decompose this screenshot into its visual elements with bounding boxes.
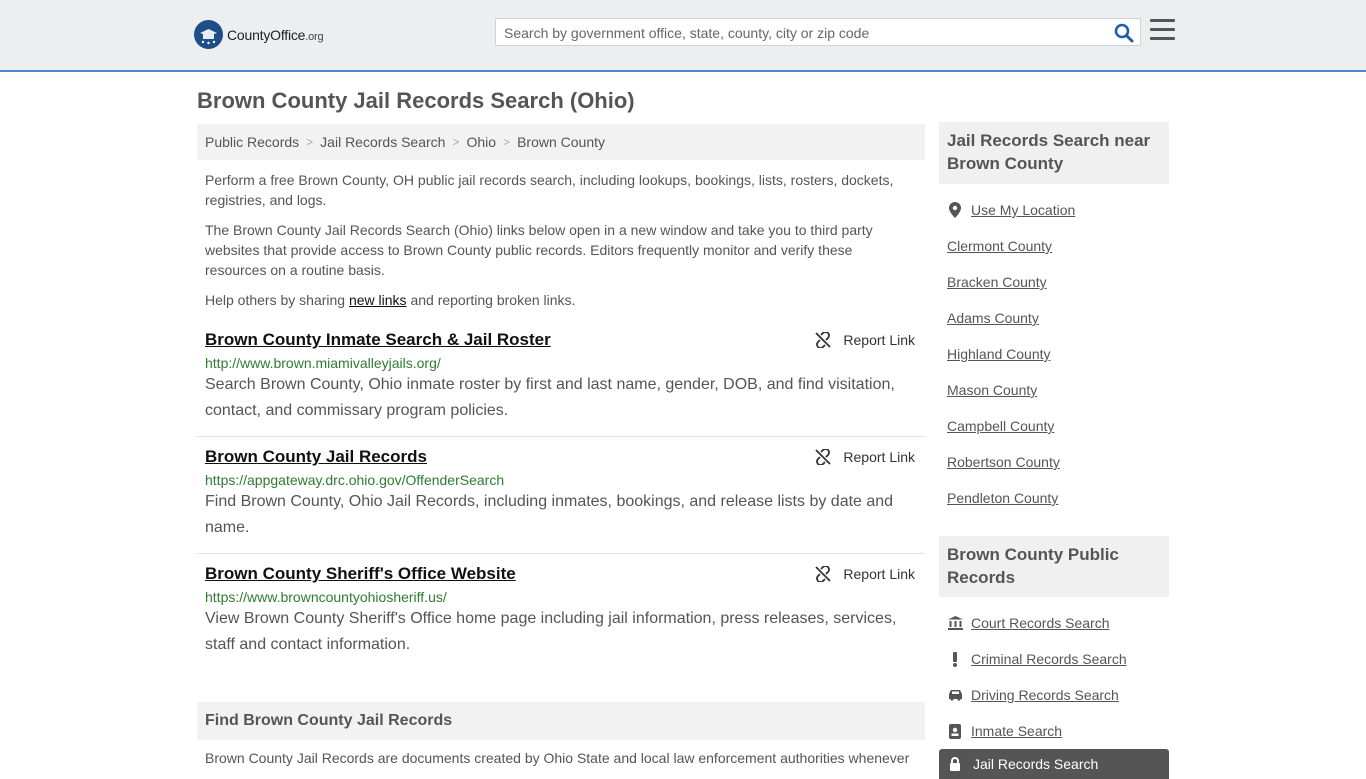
report-link-label: Report Link xyxy=(843,566,915,582)
nearby-heading: Jail Records Search near Brown County xyxy=(939,122,1169,184)
breadcrumb-brown-county: Brown County xyxy=(517,134,605,150)
use-my-location-link[interactable]: Use My Location xyxy=(947,192,1075,228)
result-title-link[interactable]: Brown County Inmate Search & Jail Roster xyxy=(205,330,551,350)
report-link-label: Report Link xyxy=(843,449,915,465)
use-my-location-label: Use My Location xyxy=(971,202,1076,218)
nearby-county-link[interactable]: Highland County xyxy=(947,336,1075,372)
criminal-records-link[interactable]: Criminal Records Search xyxy=(947,641,1127,677)
new-links-link[interactable]: new links xyxy=(349,292,407,308)
result-description: Find Brown County, Ohio Jail Records, in… xyxy=(205,493,894,536)
result-item: Brown County Inmate Search & Jail Roster… xyxy=(197,330,925,437)
search-button[interactable] xyxy=(1114,23,1134,43)
driving-records-label: Driving Records Search xyxy=(971,687,1119,703)
nearby-county-link[interactable]: Clermont County xyxy=(947,228,1075,264)
court-records-link[interactable]: Court Records Search xyxy=(947,605,1127,641)
broken-link-icon xyxy=(815,449,832,465)
result-title-link[interactable]: Brown County Sheriff's Office Website xyxy=(205,564,516,584)
breadcrumb-separator-icon: > xyxy=(452,135,460,149)
result-url: https://appgateway.drc.ohio.gov/Offender… xyxy=(205,472,505,488)
intro-paragraph: Perform a free Brown County, OH public j… xyxy=(205,172,894,208)
logo-text: CountyOffice.org xyxy=(227,26,324,43)
nearby-list: Use My Location Clermont County Bracken … xyxy=(947,192,1075,516)
public-records-list: Court Records Search Criminal Records Se… xyxy=(947,605,1127,749)
logo-brand: CountyOffice xyxy=(227,26,306,43)
report-link-label: Report Link xyxy=(843,332,915,348)
driving-records-link[interactable]: Driving Records Search xyxy=(947,677,1127,713)
hamburger-menu-icon[interactable] xyxy=(1150,19,1175,43)
nearby-county-link[interactable]: Pendleton County xyxy=(947,480,1075,516)
top-header: CountyOffice.org xyxy=(0,0,1366,72)
disclaimer-paragraph: The Brown County Jail Records Search (Oh… xyxy=(205,222,873,278)
inmate-search-link[interactable]: Inmate Search xyxy=(947,713,1127,749)
location-pin-icon xyxy=(947,202,963,218)
breadcrumb-public-records[interactable]: Public Records xyxy=(205,134,299,150)
find-records-heading: Find Brown County Jail Records xyxy=(197,702,925,740)
share-text-before: Help others by sharing xyxy=(205,292,349,308)
nearby-county-link[interactable]: Mason County xyxy=(947,372,1075,408)
nearby-county-link[interactable]: Campbell County xyxy=(947,408,1075,444)
jail-records-search-label: Jail Records Search xyxy=(973,756,1099,772)
find-records-text: Brown County Jail Records are documents … xyxy=(205,750,910,766)
result-title-link[interactable]: Brown County Jail Records xyxy=(205,447,427,467)
broken-link-icon xyxy=(815,566,832,582)
nearby-county-link[interactable]: Bracken County xyxy=(947,264,1075,300)
jail-records-search-active-link[interactable]: Jail Records Search xyxy=(939,749,1169,779)
criminal-records-label: Criminal Records Search xyxy=(971,651,1127,667)
result-description: Search Brown County, Ohio inmate roster … xyxy=(205,376,895,419)
search-input[interactable] xyxy=(504,23,1104,43)
site-logo[interactable]: CountyOffice.org xyxy=(194,20,324,49)
exclamation-icon xyxy=(947,651,963,667)
breadcrumb: Public Records > Jail Records Search > O… xyxy=(197,124,925,160)
breadcrumb-ohio[interactable]: Ohio xyxy=(466,134,496,150)
report-link-button[interactable]: Report Link xyxy=(815,566,915,582)
page-title: Brown County Jail Records Search (Ohio) xyxy=(197,88,635,113)
breadcrumb-separator-icon: > xyxy=(306,135,314,149)
nearby-county-link[interactable]: Adams County xyxy=(947,300,1075,336)
result-description: View Brown County Sheriff's Office home … xyxy=(205,610,897,653)
breadcrumb-jail-records-search[interactable]: Jail Records Search xyxy=(320,134,445,150)
result-url: http://www.brown.miamivalleyjails.org/ xyxy=(205,355,441,371)
result-item: Brown County Sheriff's Office Website Re… xyxy=(197,564,925,664)
court-records-label: Court Records Search xyxy=(971,615,1110,631)
courthouse-icon xyxy=(947,615,963,631)
id-badge-icon xyxy=(947,723,963,739)
logo-seal-icon xyxy=(194,20,223,49)
report-link-button[interactable]: Report Link xyxy=(815,449,915,465)
share-links-paragraph: Help others by sharing new links and rep… xyxy=(205,290,915,310)
lock-icon xyxy=(947,756,963,772)
share-text-after: and reporting broken links. xyxy=(406,292,576,308)
result-item: Brown County Jail Records Report Link ht… xyxy=(197,447,925,554)
public-records-heading: Brown County Public Records xyxy=(939,536,1169,597)
search-box xyxy=(495,18,1141,46)
breadcrumb-separator-icon: > xyxy=(503,135,511,149)
car-icon xyxy=(947,687,963,703)
result-url: https://www.browncountyohiosheriff.us/ xyxy=(205,589,447,605)
nearby-county-link[interactable]: Robertson County xyxy=(947,444,1075,480)
report-link-button[interactable]: Report Link xyxy=(815,332,915,348)
inmate-search-label: Inmate Search xyxy=(971,723,1063,739)
broken-link-icon xyxy=(815,332,832,348)
logo-tld: .org xyxy=(305,30,324,43)
search-icon xyxy=(1114,23,1134,43)
